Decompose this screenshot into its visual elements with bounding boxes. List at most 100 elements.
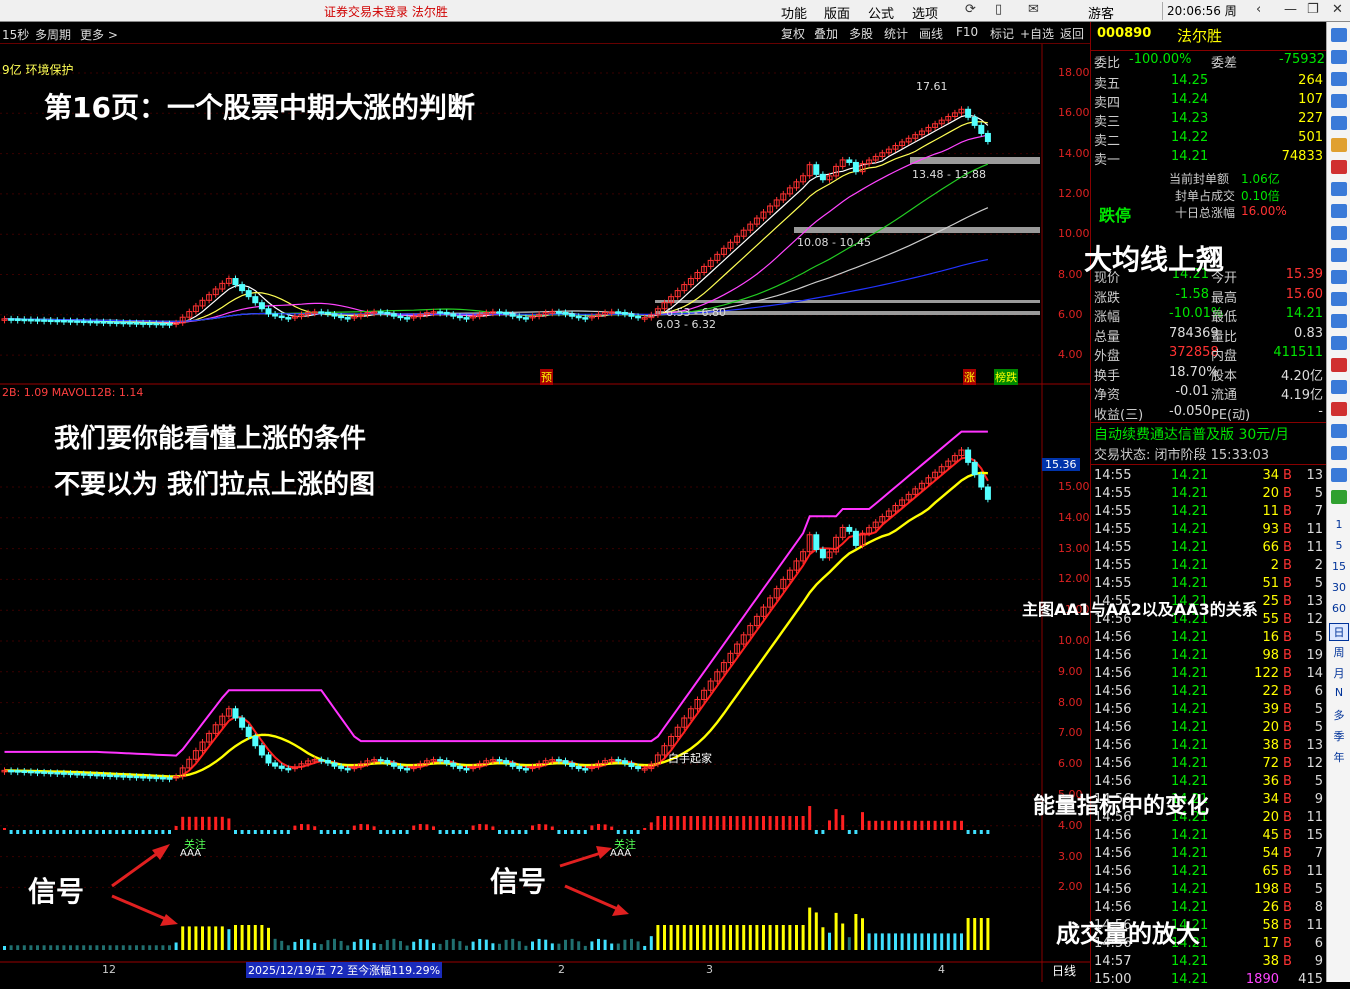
ask-row[interactable]: 卖一 14.21 74833 xyxy=(1091,148,1327,168)
f10-button[interactable]: F10 xyxy=(956,25,978,39)
candle xyxy=(575,765,582,770)
period-0[interactable]: 1 xyxy=(1329,518,1349,536)
grid-icon[interactable] xyxy=(1331,116,1347,130)
mark-button[interactable]: 标记 xyxy=(990,25,1014,42)
candle xyxy=(100,774,107,777)
fin-icon[interactable] xyxy=(1331,182,1347,196)
tick-row: 15:00 14.21 1890 415 xyxy=(1094,972,1323,987)
ask-row[interactable]: 卖三 14.23 227 xyxy=(1091,110,1327,130)
multi-period-button[interactable]: 多周期 xyxy=(35,26,71,43)
tick-list[interactable]: 14:55 14.21 34 B 13 14:55 14.21 20 B 5 14:55 14.21 1… xyxy=(1091,464,1327,987)
back-icon[interactable]: ‹ xyxy=(1256,2,1261,17)
draw-line-button[interactable]: 画线 xyxy=(919,25,943,42)
period-3[interactable]: 30 xyxy=(1329,581,1349,599)
volume-bar xyxy=(326,940,330,950)
move-icon[interactable] xyxy=(1331,424,1347,438)
volume-bar xyxy=(214,926,218,950)
refresh-icon[interactable]: ⟳ xyxy=(965,2,976,17)
volume-bar xyxy=(445,939,449,950)
period-8[interactable]: N xyxy=(1329,686,1349,704)
circle-icon[interactable] xyxy=(1331,336,1347,350)
fuquan-button[interactable]: 复权 xyxy=(781,25,805,42)
candle xyxy=(232,708,239,719)
phone-icon[interactable]: ▯ xyxy=(995,2,1002,17)
user-label[interactable]: 游客 xyxy=(1088,3,1114,22)
mail-icon[interactable]: ✉ xyxy=(1028,2,1039,17)
ask-row[interactable]: 卖五 14.25 264 xyxy=(1091,72,1327,92)
chart-icon[interactable] xyxy=(1331,72,1347,86)
period-11[interactable]: 年 xyxy=(1329,749,1349,767)
menu-layout[interactable]: 版面 xyxy=(824,3,850,22)
tool-icon[interactable] xyxy=(1331,314,1347,328)
energy-bar xyxy=(748,816,752,830)
more-button[interactable]: 更多 > xyxy=(80,26,118,43)
multi-stock-button[interactable]: 多股 xyxy=(849,25,873,42)
ask-row[interactable]: 卖二 14.22 501 xyxy=(1091,129,1327,149)
restore-icon[interactable]: ❐ xyxy=(1307,2,1319,17)
chart-area[interactable]: 9亿 环境保护 第16页：一个股票中期大涨的判断 17.61 13.48 - 1… xyxy=(0,44,1090,982)
energy-bar xyxy=(821,830,825,834)
volume-bar xyxy=(438,943,442,950)
login-warning[interactable]: 证券交易未登录 法尔胜 xyxy=(324,3,448,20)
volume-bar xyxy=(986,918,990,950)
list-icon[interactable] xyxy=(1331,94,1347,108)
period-4[interactable]: 60 xyxy=(1329,602,1349,620)
menu-formula[interactable]: 公式 xyxy=(868,3,894,22)
stat-row: 总量 784369 量比 0.83 xyxy=(1094,325,1323,345)
close-icon[interactable]: ✕ xyxy=(1332,2,1343,17)
add-watchlist-button[interactable]: +自选 xyxy=(1020,25,1054,42)
overlay-button[interactable]: 叠加 xyxy=(814,25,838,42)
energy-bar xyxy=(161,830,165,834)
cube-icon[interactable] xyxy=(1331,270,1347,284)
volume-bar xyxy=(814,912,818,950)
return-button[interactable]: 返回 xyxy=(1060,25,1084,42)
period-5[interactable]: 日 xyxy=(1329,623,1349,641)
fz-icon[interactable] xyxy=(1331,292,1347,306)
rsi-icon[interactable] xyxy=(1331,380,1347,394)
volume-bar xyxy=(108,945,112,950)
upper-axis-tick: 14.00 xyxy=(1058,146,1090,160)
candle xyxy=(384,759,391,764)
sync-icon[interactable] xyxy=(1331,490,1347,504)
energy-bar xyxy=(240,830,244,834)
energy-bar xyxy=(788,816,792,830)
candle xyxy=(522,317,529,320)
volume-bar xyxy=(121,945,125,950)
candle xyxy=(80,773,87,776)
money-icon[interactable] xyxy=(1331,402,1347,416)
volume-bar xyxy=(663,925,666,950)
stats-button[interactable]: 统计 xyxy=(884,25,908,42)
wave-icon[interactable] xyxy=(1331,358,1347,372)
quote-icon[interactable] xyxy=(1331,50,1347,64)
period-7[interactable]: 月 xyxy=(1329,665,1349,683)
refresh2-icon[interactable] xyxy=(1331,446,1347,460)
candle xyxy=(120,321,127,325)
kline-svg[interactable] xyxy=(0,44,1090,982)
info-icon[interactable] xyxy=(1331,248,1347,262)
nav-icon[interactable] xyxy=(1331,28,1347,42)
kline-icon[interactable] xyxy=(1331,138,1347,152)
candle xyxy=(509,313,516,317)
period-10[interactable]: 季 xyxy=(1329,728,1349,746)
menu-options[interactable]: 选项 xyxy=(912,3,938,22)
energy-bar xyxy=(141,830,145,834)
period-label[interactable]: 日线 xyxy=(1052,962,1076,979)
period-15s[interactable]: 15秒 xyxy=(2,26,29,43)
period-6[interactable]: 周 xyxy=(1329,644,1349,662)
volume-bar xyxy=(458,941,462,950)
ask-row[interactable]: 卖四 14.24 107 xyxy=(1091,91,1327,111)
energy-bar xyxy=(465,830,468,834)
candle xyxy=(153,776,160,780)
volume-bar xyxy=(141,945,145,950)
eye-icon[interactable] xyxy=(1331,468,1347,482)
user-icon[interactable] xyxy=(1331,226,1347,240)
period-9[interactable]: 多 xyxy=(1329,707,1349,725)
minimize-icon[interactable]: — xyxy=(1284,2,1297,17)
doc-icon[interactable] xyxy=(1331,204,1347,218)
period-2[interactable]: 15 xyxy=(1329,560,1349,578)
menu-function[interactable]: 功能 xyxy=(781,3,807,22)
volume-bar xyxy=(894,933,897,950)
period-1[interactable]: 5 xyxy=(1329,539,1349,557)
bar-icon[interactable] xyxy=(1331,160,1347,174)
ad-banner[interactable]: 自动续费通达信普及版 30元/月 xyxy=(1094,424,1289,444)
